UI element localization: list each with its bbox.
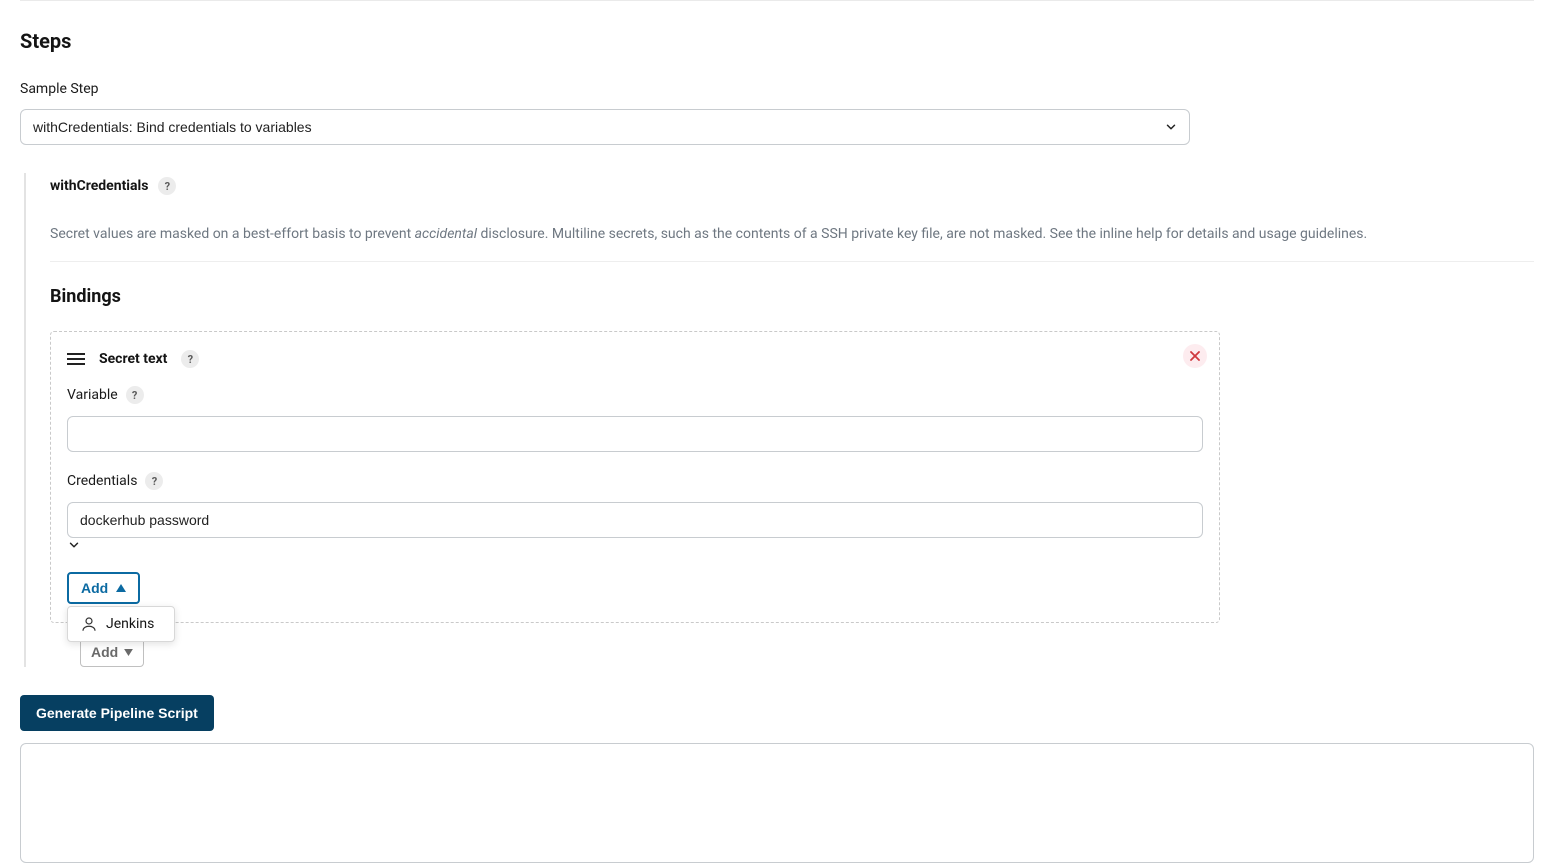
variable-label: Variable bbox=[67, 387, 118, 403]
generate-pipeline-script-button[interactable]: Generate Pipeline Script bbox=[20, 695, 214, 731]
pipeline-script-output[interactable] bbox=[20, 743, 1534, 863]
dropdown-item-jenkins[interactable]: Jenkins bbox=[68, 607, 174, 641]
dropdown-item-label: Jenkins bbox=[106, 616, 154, 632]
with-credentials-block: withCredentials ? Secret values are mask… bbox=[24, 173, 1534, 667]
binding-card: Secret text ? Variable ? Credentials ? bbox=[50, 331, 1220, 623]
add-credential-dropdown: Jenkins bbox=[67, 606, 175, 642]
bindings-heading: Bindings bbox=[50, 286, 1534, 307]
credentials-select-wrap[interactable] bbox=[67, 502, 1203, 552]
step-name: withCredentials bbox=[50, 178, 148, 194]
variable-input[interactable] bbox=[67, 416, 1203, 452]
add-binding-label: Add bbox=[91, 644, 118, 660]
caret-up-icon bbox=[116, 584, 126, 592]
sample-step-select[interactable] bbox=[20, 109, 1190, 145]
add-credential-label: Add bbox=[81, 580, 108, 596]
help-icon[interactable]: ? bbox=[126, 386, 144, 404]
sample-step-select-wrap[interactable] bbox=[20, 109, 1190, 145]
help-icon[interactable]: ? bbox=[181, 350, 199, 368]
drag-handle-icon[interactable] bbox=[67, 352, 85, 366]
jenkins-icon bbox=[80, 615, 98, 633]
caret-down-icon bbox=[124, 649, 133, 656]
help-icon[interactable]: ? bbox=[145, 472, 163, 490]
step-description: Secret values are masked on a best-effor… bbox=[50, 223, 1534, 245]
steps-heading: Steps bbox=[20, 29, 1534, 53]
credentials-select[interactable] bbox=[67, 502, 1203, 538]
binding-type-label: Secret text bbox=[99, 351, 167, 367]
sample-step-label: Sample Step bbox=[20, 81, 1534, 97]
remove-binding-button[interactable] bbox=[1183, 344, 1207, 368]
chevron-down-icon bbox=[67, 538, 1203, 552]
help-icon[interactable]: ? bbox=[158, 177, 176, 195]
credentials-label: Credentials bbox=[67, 473, 137, 489]
close-icon bbox=[1190, 351, 1200, 361]
add-credential-button[interactable]: Add bbox=[67, 572, 140, 604]
